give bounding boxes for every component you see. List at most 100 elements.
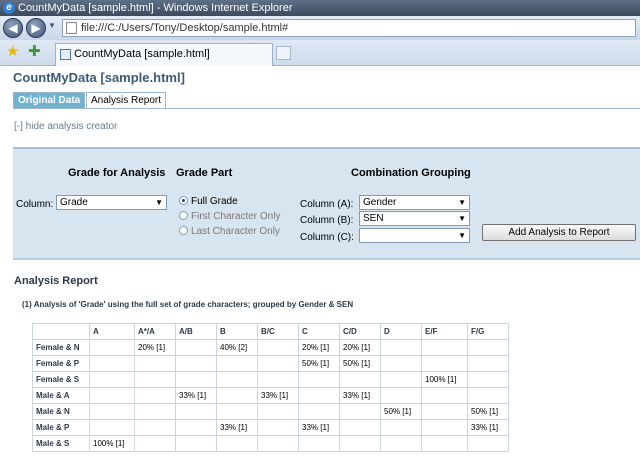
forward-button[interactable]: ▶ [26,18,46,38]
table-header-cell: D [380,323,422,340]
table-header-cell: A [89,323,135,340]
table-cell: 33% [1] [298,419,340,436]
radio-last-character-label: Last Character Only [191,226,280,237]
table-cell [89,403,135,420]
table-header-cell: F/G [467,323,509,340]
table-cell: 33% [1] [216,419,258,436]
table-header-cell: A/B [175,323,217,340]
table-row: Male & P 33% [1] 33% [1] 33% [1] [32,419,509,436]
radio-full-grade-label: Full Grade [191,196,238,207]
table-cell [216,371,258,388]
table-cell: 20% [1] [298,339,340,356]
table-cell [257,339,299,356]
table-cell [134,403,176,420]
table-cell [339,403,381,420]
page-content: CountMyData [sample.html] Original Data … [0,67,640,458]
table-cell [467,387,509,404]
table-cell [339,371,381,388]
report-description: (1) Analysis of 'Grade' using the full s… [22,300,354,309]
grade-part-heading: Grade Part [176,167,233,179]
combination-heading: Combination Grouping [351,167,471,179]
report-title: Analysis Report [14,275,98,287]
column-label: Column: [16,199,54,210]
column-c-select[interactable]: ▼ [359,228,470,243]
table-cell [89,339,135,356]
table-cell [421,339,468,356]
table-cell: 33% [1] [257,387,299,404]
table-cell [134,355,176,372]
table-cell [257,355,299,372]
grade-column-value: Grade [60,197,88,208]
table-cell: 50% [1] [467,403,509,420]
column-a-select[interactable]: Gender ▼ [359,195,470,210]
table-cell [175,403,217,420]
table-cell [257,419,299,436]
table-cell [298,387,340,404]
table-cell: 40% [2] [216,339,258,356]
table-cell [467,371,509,388]
table-cell [175,419,217,436]
table-header-cell: B/C [257,323,299,340]
row-label: Female & S [32,371,90,388]
row-label: Male & A [32,387,90,404]
column-a-value: Gender [363,197,397,208]
analysis-table: A A*/A A/B B B/C C C/D D E/F F/G Female … [32,323,509,452]
chevron-down-icon: ▼ [458,198,466,207]
add-analysis-button[interactable]: Add Analysis to Report [482,224,636,241]
radio-last-character[interactable]: Last Character Only [179,226,280,237]
history-dropdown-icon[interactable]: ▼ [48,21,56,30]
table-cell [89,419,135,436]
page-title: CountMyData [sample.html] [13,70,185,85]
tab-page-icon [60,49,71,60]
row-label: Female & P [32,355,90,372]
table-cell [134,419,176,436]
back-button[interactable]: ◀ [3,18,23,38]
row-label: Male & P [32,419,90,436]
window-title: CountMyData [sample.html] - Windows Inte… [18,2,293,14]
tab-original-data[interactable]: Original Data [13,92,86,109]
table-cell: 33% [1] [339,387,381,404]
column-b-select[interactable]: SEN ▼ [359,211,470,226]
table-cell [257,435,299,452]
row-label: Male & S [32,435,90,452]
radio-first-character[interactable]: First Character Only [179,211,280,222]
table-header-cell [32,323,90,340]
table-cell [175,435,217,452]
table-cell: 50% [1] [339,355,381,372]
radio-unselected-icon [179,226,188,235]
table-row: Female & S 100% [1] [32,371,509,388]
column-c-label: Column (C): [300,232,354,243]
grade-column-select[interactable]: Grade ▼ [56,195,167,210]
new-tab-button[interactable] [276,46,291,60]
table-cell [421,403,468,420]
title-bar: e CountMyData [sample.html] - Windows In… [0,0,640,16]
page-icon [66,22,77,34]
table-cell [380,419,422,436]
address-bar[interactable]: file:///C:/Users/Tony/Desktop/sample.htm… [62,19,636,37]
chevron-down-icon: ▼ [458,214,466,223]
chevron-down-icon: ▼ [155,198,163,207]
table-cell: 20% [1] [134,339,176,356]
add-favorites-icon[interactable]: ✚ [28,44,41,60]
table-header-cell: B [216,323,258,340]
table-cell: 100% [1] [421,371,468,388]
table-cell: 33% [1] [467,419,509,436]
radio-full-grade[interactable]: Full Grade [179,196,238,207]
chevron-down-icon: ▼ [458,231,466,240]
table-cell [134,435,176,452]
favorites-star-icon[interactable]: ★ [6,44,19,60]
table-body: Female & N 20% [1] 40% [2] 20% [1] 20% [1] Fe… [32,339,509,452]
row-label: Male & N [32,403,90,420]
table-cell [298,371,340,388]
table-cell [298,435,340,452]
table-row: Male & A 33% [1] 33% [1] 33% [1] [32,387,509,404]
tab-analysis-report[interactable]: Analysis Report [86,92,167,109]
tab-divider [13,108,640,109]
table-cell [467,355,509,372]
hide-creator-link[interactable]: [-] hide analysis creator [14,121,117,132]
table-cell [216,435,258,452]
table-cell [421,387,468,404]
table-cell: 50% [1] [298,355,340,372]
browser-tab[interactable]: CountMyData [sample.html] [55,43,273,66]
table-cell [216,403,258,420]
